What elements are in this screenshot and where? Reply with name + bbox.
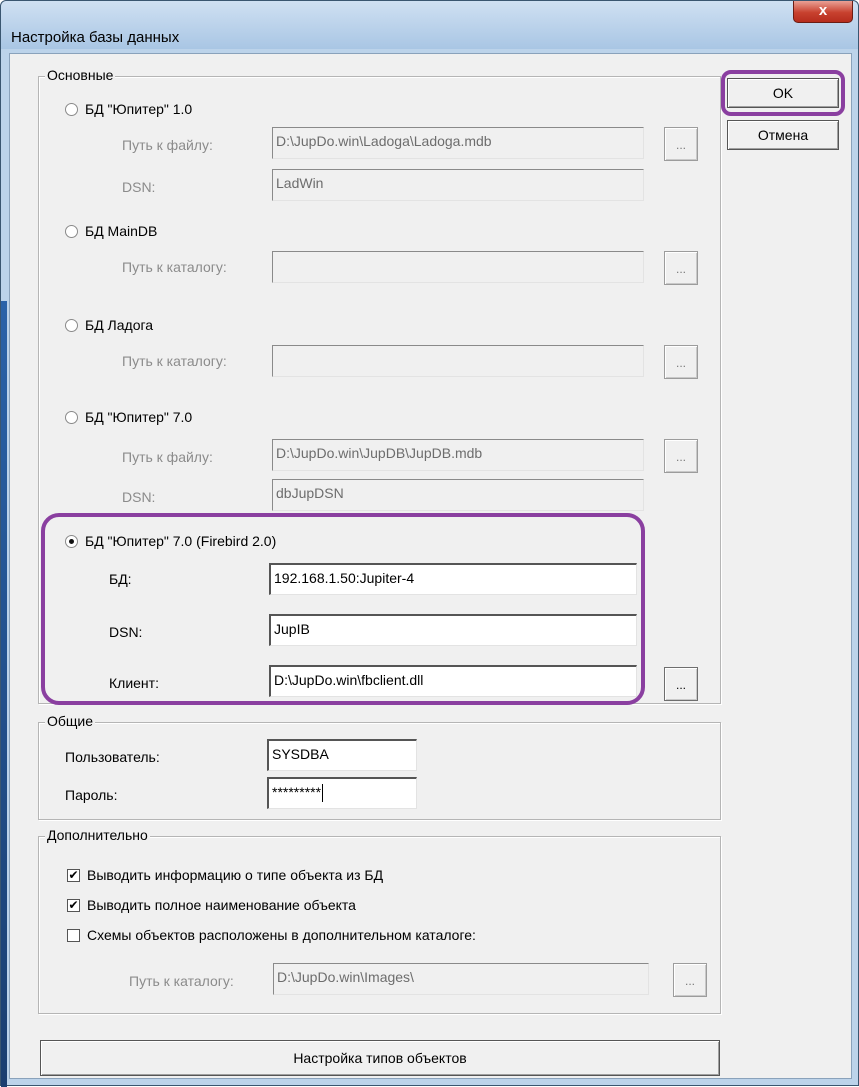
jupiter7-dsn-label: DSN: (122, 489, 156, 505)
extra-path-label: Путь к каталогу: (129, 973, 234, 989)
highlight-frame-ok (721, 70, 845, 116)
main-settings-group: Основные БД "Юпитер" 1.0 Путь к файлу: D… (38, 67, 721, 705)
radio-jupiter-7[interactable]: БД "Юпитер" 7.0 (65, 409, 192, 425)
extra-path-browse-button[interactable]: ... (673, 963, 707, 997)
maindb-browse-button[interactable]: ... (664, 251, 698, 285)
close-button[interactable]: x (793, 1, 853, 23)
text-cursor (322, 784, 324, 803)
checkbox-label: Схемы объектов расположены в дополнитель… (87, 927, 476, 943)
radio-indicator (65, 102, 78, 116)
radio-maindb[interactable]: БД MainDB (65, 223, 157, 239)
jupiter1-path-label: Путь к файлу: (122, 137, 213, 153)
radio-label: БД MainDB (85, 223, 158, 239)
radio-jupiter-1[interactable]: БД "Юпитер" 1.0 (65, 101, 192, 117)
common-group-legend: Общие (45, 713, 96, 729)
checkbox-label: Выводить информацию о типе объекта из БД (87, 867, 384, 883)
object-types-button[interactable]: Настройка типов объектов (40, 1040, 720, 1076)
jupiter1-dsn-field[interactable]: LadWin (272, 169, 644, 201)
radio-ladoga[interactable]: БД Ладога (65, 317, 153, 333)
jupiter7-dsn-field[interactable]: dbJupDSN (272, 479, 644, 511)
jupiter1-dsn-label: DSN: (122, 179, 156, 195)
maindb-path-label: Путь к каталогу: (122, 259, 227, 275)
radio-label: БД "Юпитер" 7.0 (85, 409, 193, 425)
radio-indicator (65, 224, 78, 238)
common-settings-group: Общие Пользователь: SYSDBA Пароль: *****… (38, 713, 721, 820)
radio-indicator (65, 318, 78, 332)
jupiter1-path-field[interactable]: D:\JupDo.win\Ladoga\Ladoga.mdb (272, 127, 644, 159)
extra-settings-group: Дополнительно ✔ Выводить информацию о ти… (38, 827, 721, 1014)
jupiter7-path-label: Путь к файлу: (122, 449, 213, 465)
checkbox-show-type-info[interactable]: ✔ Выводить информацию о типе объекта из … (67, 867, 383, 883)
radio-indicator (65, 410, 78, 424)
ladoga-path-label: Путь к каталогу: (122, 353, 227, 369)
cancel-button[interactable]: Отмена (727, 120, 839, 150)
check-icon: ✔ (67, 867, 80, 882)
password-label: Пароль: (65, 787, 118, 803)
password-field[interactable]: ********* (267, 777, 417, 809)
checkbox-label: Выводить полное наименование объекта (87, 897, 356, 913)
jupiter7-browse-button[interactable]: ... (664, 439, 698, 473)
window-title: Настройка базы данных (11, 29, 180, 46)
dialog-window: Настройка базы данных x Основные БД "Юпи… (0, 0, 859, 1087)
user-field[interactable]: SYSDBA (267, 739, 417, 771)
title-bar[interactable]: Настройка базы данных x (1, 1, 858, 49)
checkbox-full-name[interactable]: ✔ Выводить полное наименование объекта (67, 897, 356, 913)
jupiter7-path-field[interactable]: D:\JupDo.win\JupDB\JupDB.mdb (272, 439, 644, 471)
main-group-legend: Основные (45, 67, 116, 83)
checkbox-extra-catalog[interactable]: Схемы объектов расположены в дополнитель… (67, 927, 476, 943)
ladoga-path-field[interactable] (272, 345, 644, 377)
check-icon: ✔ (67, 897, 80, 912)
maindb-path-field[interactable] (272, 251, 644, 283)
jupiter1-browse-button[interactable]: ... (664, 127, 698, 161)
user-label: Пользователь: (65, 749, 160, 765)
extra-group-legend: Дополнительно (45, 827, 150, 843)
password-mask: ********* (272, 784, 322, 800)
radio-label: БД Ладога (85, 317, 154, 333)
window-edge (1, 301, 7, 1087)
firebird-client-browse-button[interactable]: ... (664, 667, 698, 701)
dialog-client-area: Основные БД "Юпитер" 1.0 Путь к файлу: D… (9, 53, 852, 1079)
highlight-frame-firebird (41, 513, 645, 705)
check-icon (67, 928, 80, 942)
radio-label: БД "Юпитер" 1.0 (85, 101, 193, 117)
extra-path-field[interactable]: D:\JupDo.win\Images\ (273, 963, 649, 995)
ladoga-browse-button[interactable]: ... (664, 345, 698, 379)
